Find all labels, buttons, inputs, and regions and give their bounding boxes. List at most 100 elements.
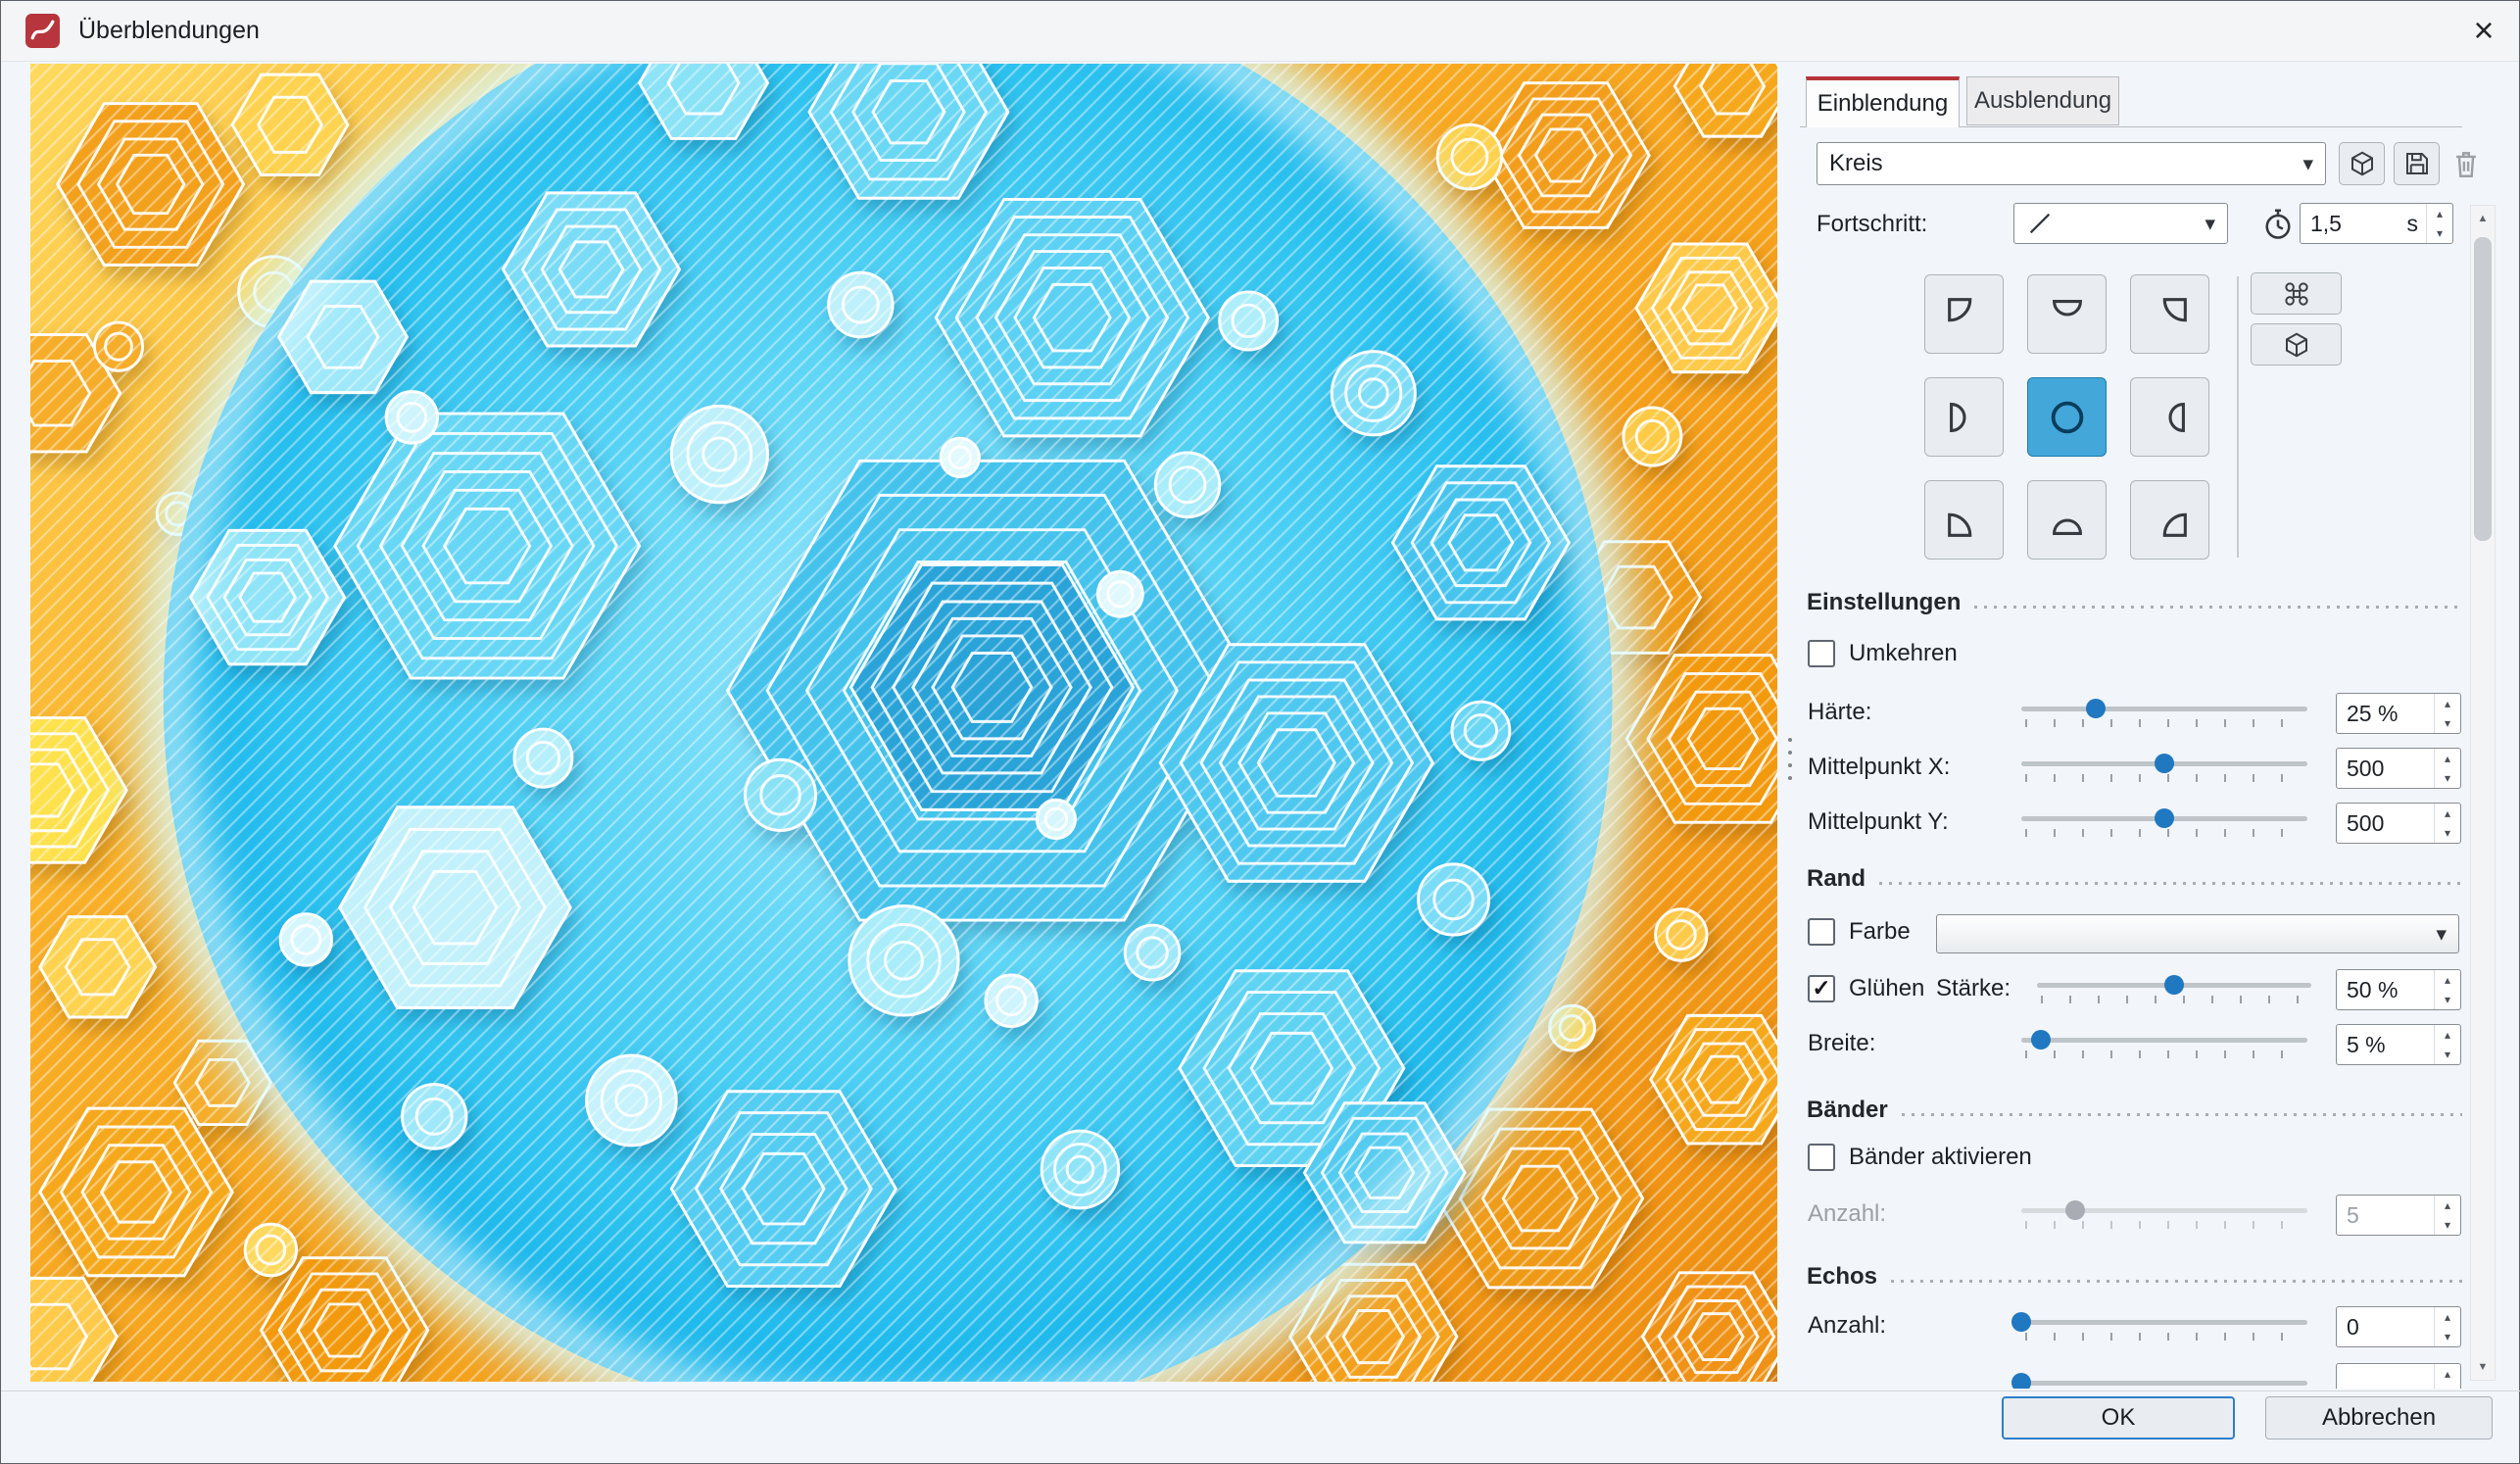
scroll-up-button[interactable]: ▲ xyxy=(2471,206,2495,231)
mittelpunkt-y-slider[interactable] xyxy=(2021,803,2307,846)
haerte-value[interactable]: 25 % xyxy=(2337,701,2434,727)
duration-unit: s xyxy=(2407,211,2427,237)
stopwatch-icon xyxy=(2260,207,2296,242)
farbe-color-combobox[interactable]: ▾ xyxy=(1936,914,2459,953)
ok-button[interactable]: OK xyxy=(2002,1396,2235,1440)
direction-top-right-button[interactable] xyxy=(2130,274,2209,354)
transition-preview xyxy=(30,64,1777,1382)
farbe-checkbox[interactable] xyxy=(1808,918,1835,946)
scrollbar-thumb[interactable] xyxy=(2474,237,2492,541)
mittelpunkt-x-slider[interactable] xyxy=(2021,748,2307,791)
panel-scrollbar[interactable]: ▲ ▼ xyxy=(2470,205,2496,1381)
section-header-echos: Echos xyxy=(1807,1263,2462,1291)
preset-combobox[interactable]: Kreis ▾ xyxy=(1817,142,2326,185)
spin-up-button[interactable]: ▴ xyxy=(2435,749,2460,768)
mittelpunkt-x-spinbox[interactable]: 500 ▴▾ xyxy=(2336,748,2461,789)
staerke-spinbox[interactable]: 50 % ▴▾ xyxy=(2336,969,2461,1010)
mittelpunkt-y-label: Mittelpunkt Y: xyxy=(1808,806,1949,838)
direction-top-button[interactable] xyxy=(2027,274,2107,354)
baender-aktivieren-checkbox[interactable] xyxy=(1808,1144,1835,1171)
spin-up-button[interactable]: ▴ xyxy=(2427,204,2452,223)
breite-value[interactable]: 5 % xyxy=(2337,1032,2434,1058)
slider-handle[interactable] xyxy=(2011,1373,2031,1389)
mittelpunkt-x-label: Mittelpunkt X: xyxy=(1808,752,1950,783)
spin-down-button[interactable]: ▾ xyxy=(2435,768,2460,788)
chevron-down-icon: ▾ xyxy=(2205,212,2215,236)
mittelpunkt-y-spinbox[interactable]: 500 ▴▾ xyxy=(2336,803,2461,844)
spin-up-button: ▴ xyxy=(2435,1196,2460,1215)
slider-handle[interactable] xyxy=(2031,1030,2051,1049)
spin-up-button[interactable]: ▴ xyxy=(2435,1364,2460,1384)
mittelpunkt-x-value[interactable]: 500 xyxy=(2337,756,2434,782)
delete-button[interactable] xyxy=(2448,147,2484,182)
spin-down-button[interactable]: ▾ xyxy=(2435,713,2460,733)
progress-curve-combobox[interactable]: ▾ xyxy=(2013,203,2228,244)
direction-left-button[interactable] xyxy=(1924,377,2004,457)
staerke-label: Stärke: xyxy=(1936,973,2011,1004)
direction-bottom-right-button[interactable] xyxy=(2130,480,2209,560)
tab-einblendung[interactable]: Einblendung xyxy=(1806,76,1960,127)
splitter-handle[interactable] xyxy=(1785,738,1795,799)
slider-handle[interactable] xyxy=(2155,754,2174,773)
cube-button[interactable] xyxy=(2251,323,2342,366)
slider-track[interactable] xyxy=(2021,707,2307,711)
haerte-spinbox[interactable]: 25 % ▴▾ xyxy=(2336,693,2461,734)
mittelpunkt-y-value[interactable]: 500 xyxy=(2337,810,2434,837)
clipped-spinbox[interactable]: ▴▾ xyxy=(2336,1363,2461,1389)
clipped-slider[interactable] xyxy=(2021,1367,2307,1389)
breite-slider[interactable] xyxy=(2021,1024,2307,1067)
spin-up-button[interactable]: ▴ xyxy=(2435,1307,2460,1327)
haerte-slider[interactable] xyxy=(2021,693,2307,736)
spin-down-button[interactable]: ▾ xyxy=(2435,1327,2460,1346)
direction-top-left-button[interactable] xyxy=(1924,274,2004,354)
slider-ticks xyxy=(2025,1221,2305,1229)
umkehren-checkbox[interactable] xyxy=(1808,640,1835,667)
spin-down-button[interactable]: ▾ xyxy=(2435,823,2460,843)
duration-spinbox[interactable]: 1,5 s ▴ ▾ xyxy=(2300,203,2453,244)
umkehren-label: Umkehren xyxy=(1849,638,1958,669)
section-header-baender: Bänder xyxy=(1807,1097,2462,1124)
spin-up-button[interactable]: ▴ xyxy=(2435,1025,2460,1045)
slider-track[interactable] xyxy=(2021,1038,2307,1043)
echos-anzahl-slider[interactable] xyxy=(2021,1306,2307,1349)
echos-anzahl-spinbox[interactable]: 0 ▴▾ xyxy=(2336,1306,2461,1347)
close-button[interactable]: × xyxy=(2458,7,2509,54)
direction-center-button[interactable] xyxy=(2027,377,2107,457)
slider-track xyxy=(2021,1208,2307,1213)
spin-up-button[interactable]: ▴ xyxy=(2435,694,2460,713)
save-button[interactable] xyxy=(2394,142,2440,185)
direction-right-button[interactable] xyxy=(2130,377,2209,457)
slider-handle[interactable] xyxy=(2155,808,2174,828)
spin-up-button[interactable]: ▴ xyxy=(2435,804,2460,823)
duration-value[interactable]: 1,5 xyxy=(2301,211,2407,237)
spin-down-button[interactable]: ▾ xyxy=(2435,990,2460,1009)
staerke-value[interactable]: 50 % xyxy=(2337,977,2434,1003)
titlebar: Überblendungen × xyxy=(1,1,2519,62)
spin-up-button[interactable]: ▴ xyxy=(2435,970,2460,990)
direction-bottom-button[interactable] xyxy=(2027,480,2107,560)
spin-down-button[interactable]: ▾ xyxy=(2435,1045,2460,1064)
slider-handle[interactable] xyxy=(2164,975,2184,995)
spin-down-button[interactable]: ▾ xyxy=(2427,223,2452,243)
slider-track[interactable] xyxy=(2021,1381,2307,1386)
breite-label: Breite: xyxy=(1808,1028,1875,1059)
preview-image xyxy=(30,64,1777,1382)
spin-down-button[interactable]: ▾ xyxy=(2435,1384,2460,1389)
slider-handle[interactable] xyxy=(2086,699,2106,718)
echos-anzahl-label: Anzahl: xyxy=(1808,1310,1886,1342)
cancel-button[interactable]: Abbrechen xyxy=(2265,1396,2493,1440)
slider-track[interactable] xyxy=(2021,1320,2307,1325)
gluehen-checkbox[interactable]: ✓ xyxy=(1808,975,1835,1002)
staerke-slider[interactable] xyxy=(2037,969,2311,1012)
window-title: Überblendungen xyxy=(78,17,260,45)
random-button[interactable] xyxy=(2251,272,2342,315)
baender-aktivieren-label: Bänder aktivieren xyxy=(1849,1142,2032,1173)
cube-icon xyxy=(2282,330,2311,360)
package-button[interactable] xyxy=(2339,142,2385,185)
slider-handle[interactable] xyxy=(2011,1312,2031,1332)
tab-ausblendung[interactable]: Ausblendung xyxy=(1966,76,2119,125)
direction-bottom-left-button[interactable] xyxy=(1924,480,2004,560)
echos-anzahl-value[interactable]: 0 xyxy=(2337,1314,2434,1341)
breite-spinbox[interactable]: 5 % ▴▾ xyxy=(2336,1024,2461,1065)
scroll-down-button[interactable]: ▼ xyxy=(2471,1354,2495,1380)
